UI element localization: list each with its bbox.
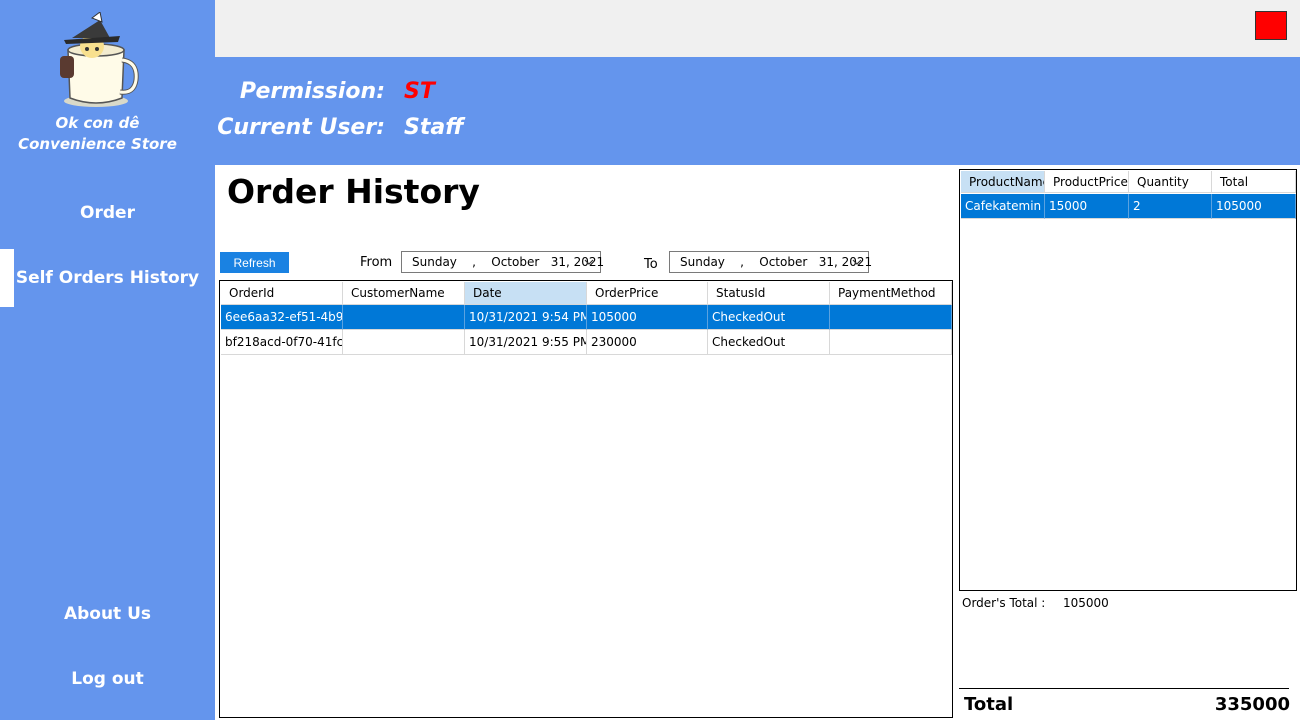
cell-orderprice: 230000 [587,330,708,355]
cell-statusid: CheckedOut [708,305,830,330]
title-bar [215,0,1300,57]
chevron-down-icon [584,259,594,265]
nav-log-out[interactable]: Log out [0,650,215,708]
total-value: 335000 [1214,694,1290,715]
store-name-line1: Ok con dê [55,114,140,132]
cell-productname: Cafekatemin [961,194,1045,219]
details-grid-header: ProductName ProductPrice Quantity Total [961,171,1296,193]
close-button[interactable] [1255,11,1287,40]
to-date-sep: , [724,255,760,269]
table-row[interactable]: 6ee6aa32-ef51-4b9c... 10/31/2021 9:54 PM… [221,305,952,330]
column-header-paymentmethod[interactable]: PaymentMethod [830,282,952,305]
from-date-weekday: Sunday [412,255,457,269]
from-date-gap [539,255,550,269]
cell-customername [343,330,465,355]
column-header-date[interactable]: Date [465,282,587,305]
from-date-sep: , [456,255,492,269]
from-date-picker[interactable]: Sunday , October 31 , 2021 [401,251,604,273]
nav-about-us-label: About Us [63,604,152,624]
cell-orderid: bf218acd-0f70-41fc... [221,330,343,355]
sidebar: Ok con dê Convenience Store Order Self O… [0,0,215,720]
nav-order[interactable]: Order [0,184,215,242]
total-divider [959,688,1289,689]
to-date-comma: , [834,255,842,269]
orders-grid-header: OrderId CustomerName Date OrderPrice Sta… [221,282,952,305]
mascot-mug-icon [56,11,140,110]
store-name: Ok con dê Convenience Store [0,113,195,155]
store-name-line2: Convenience Store [18,135,177,153]
cell-paymentmethod [830,330,952,355]
column-header-statusid[interactable]: StatusId [708,282,830,305]
cell-paymentmethod [830,305,952,330]
column-header-total[interactable]: Total [1212,171,1296,193]
app-window: Ok con dê Convenience Store Order Self O… [0,0,1300,720]
cell-statusid: CheckedOut [708,330,830,355]
to-date-month: October [759,255,808,269]
page-title: Order History [227,172,480,211]
column-header-orderid[interactable]: OrderId [221,282,343,305]
chevron-down-icon [852,259,862,265]
cell-orderid: 6ee6aa32-ef51-4b9c... [221,305,343,330]
nav-self-orders-history[interactable]: Self Orders History [0,249,215,307]
header-bar: Permission: ST Current User: Staff [215,57,1300,165]
cell-customername [343,305,465,330]
nav-log-out-label: Log out [71,669,144,689]
order-total-value: 105000 [1063,596,1109,610]
column-header-customername[interactable]: CustomerName [343,282,465,305]
from-date-month: October [491,255,540,269]
total-label: Total [964,694,1014,715]
cell-quantity: 2 [1129,194,1212,219]
cell-total: 105000 [1212,194,1296,219]
cell-date: 10/31/2021 9:54 PM [465,305,587,330]
from-date-comma: , [566,255,574,269]
current-user-value: Staff [404,115,464,140]
orders-grid: OrderId CustomerName Date OrderPrice Sta… [219,280,953,718]
column-header-quantity[interactable]: Quantity [1129,171,1212,193]
cell-orderprice: 105000 [587,305,708,330]
nav-order-label: Order [80,203,135,223]
refresh-button[interactable]: Refresh [220,252,289,273]
table-row[interactable]: Cafekatemin 15000 2 105000 [961,194,1296,219]
cell-productprice: 15000 [1045,194,1129,219]
current-user-label: Current User: [217,115,385,140]
to-label: To [644,257,658,272]
to-date-gap [807,255,818,269]
column-header-productname[interactable]: ProductName [961,171,1045,193]
order-total-label: Order's Total : [962,596,1046,610]
from-label: From [360,255,393,270]
from-date-day: 31 [550,255,567,269]
nav-self-orders-history-label: Self Orders History [15,268,200,288]
permission-value: ST [404,79,435,104]
cell-date: 10/31/2021 9:55 PM [465,330,587,355]
column-header-orderprice[interactable]: OrderPrice [587,282,708,305]
table-row[interactable]: bf218acd-0f70-41fc... 10/31/2021 9:55 PM… [221,330,952,355]
to-date-picker[interactable]: Sunday , October 31 , 2021 [669,251,872,273]
to-date-weekday: Sunday [680,255,725,269]
nav-about-us[interactable]: About Us [0,585,215,643]
to-date-day: 31 [818,255,835,269]
permission-label: Permission: [239,79,385,104]
order-details-grid: ProductName ProductPrice Quantity Total … [959,169,1297,591]
column-header-productprice[interactable]: ProductPrice [1045,171,1129,193]
